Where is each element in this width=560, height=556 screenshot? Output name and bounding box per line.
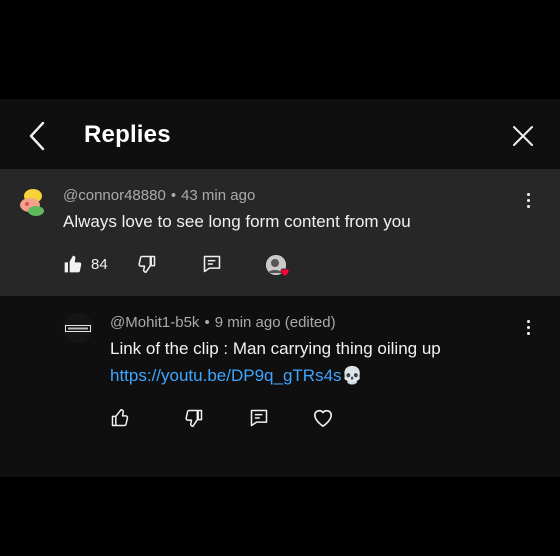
avatar[interactable] bbox=[63, 313, 93, 343]
close-button[interactable] bbox=[508, 121, 538, 151]
parent-comment: @connor48880 • 43 min ago Always love to s… bbox=[0, 169, 560, 296]
thumbs-down-icon bbox=[185, 409, 203, 428]
kebab-dot bbox=[526, 325, 530, 329]
reply-comment: @Mohit1-b5k • 9 min ago (edited) Link of t… bbox=[0, 296, 560, 477]
thumbs-down-icon bbox=[138, 255, 156, 274]
like-button[interactable]: 84 bbox=[63, 254, 108, 274]
comment-author[interactable]: @Mohit1-b5k bbox=[110, 314, 199, 331]
meta-separator: • bbox=[204, 314, 210, 331]
comment-time: 9 min ago (edited) bbox=[214, 314, 336, 331]
comment-meta: @connor48880 • 43 min ago bbox=[63, 187, 255, 204]
back-button[interactable] bbox=[22, 119, 52, 153]
reply-comment-icon bbox=[250, 409, 268, 427]
page-title: Replies bbox=[84, 121, 171, 148]
avatar[interactable] bbox=[16, 186, 48, 218]
kebab-dot bbox=[526, 204, 530, 208]
chevron-left-icon bbox=[29, 121, 45, 151]
thumbs-up-icon bbox=[111, 408, 129, 427]
comment-menu-button[interactable] bbox=[518, 188, 538, 212]
comment-text: Always love to see long form content fro… bbox=[63, 212, 411, 231]
dislike-button[interactable] bbox=[184, 408, 204, 428]
comment-menu-button[interactable] bbox=[518, 315, 538, 339]
video-link[interactable]: https://youtu.be/DP9q_gTRs4s bbox=[110, 366, 342, 385]
comment-meta: @Mohit1-b5k • 9 min ago (edited) bbox=[110, 314, 336, 331]
kebab-dot bbox=[526, 319, 530, 323]
meta-separator: • bbox=[170, 187, 177, 204]
kebab-dot bbox=[526, 198, 530, 202]
comment-link-line: https://youtu.be/DP9q_gTRs4s💀 bbox=[110, 366, 363, 386]
thumbs-up-filled-icon bbox=[64, 255, 82, 273]
kebab-dot bbox=[526, 192, 530, 196]
reply-comment-icon bbox=[203, 255, 221, 273]
heart-button[interactable] bbox=[312, 408, 334, 428]
reply-button[interactable] bbox=[249, 408, 269, 428]
replies-header: Replies bbox=[0, 99, 560, 169]
avatar-cartoon-icon bbox=[20, 189, 44, 216]
avatar-sniper-logo-icon bbox=[63, 313, 93, 343]
close-icon bbox=[513, 126, 533, 146]
skull-emoji: 💀 bbox=[341, 366, 363, 385]
reply-button[interactable] bbox=[202, 254, 222, 274]
comment-author[interactable]: @connor48880 bbox=[63, 187, 166, 204]
like-count: 84 bbox=[91, 255, 108, 273]
creator-heart-badge[interactable] bbox=[266, 255, 290, 277]
replies-panel: Replies @connor48880 • 43 min ago Always l… bbox=[0, 99, 560, 477]
like-button[interactable] bbox=[110, 408, 130, 428]
heart-icon bbox=[280, 268, 290, 277]
comment-text: Link of the clip : Man carrying thing oi… bbox=[110, 339, 441, 358]
heart-outline-icon bbox=[314, 409, 332, 427]
kebab-dot bbox=[526, 331, 530, 335]
dislike-button[interactable] bbox=[137, 254, 157, 274]
comment-time: 43 min ago bbox=[181, 187, 256, 204]
